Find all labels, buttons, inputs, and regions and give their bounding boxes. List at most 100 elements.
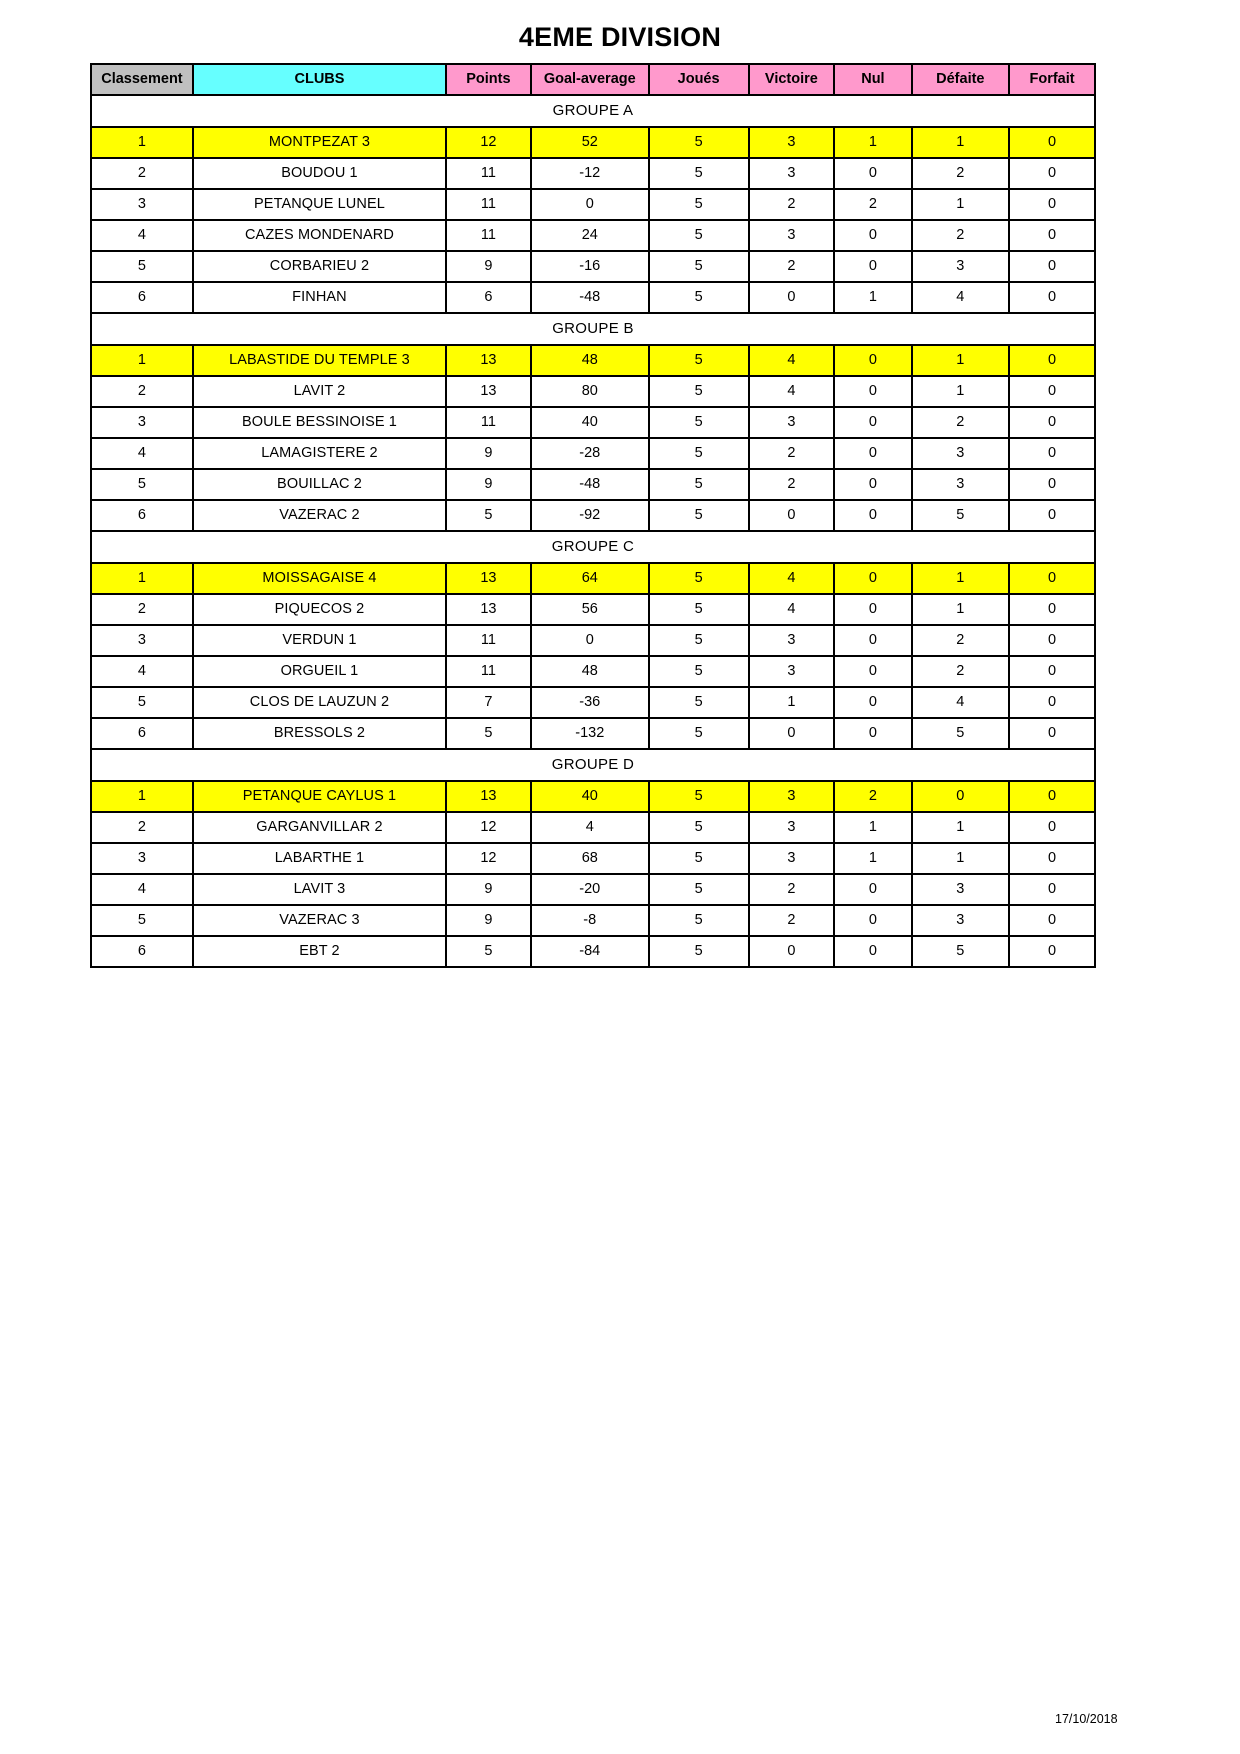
cell-club: ORGUEIL 1 xyxy=(191,655,448,688)
cell-club: BRESSOLS 2 xyxy=(191,717,448,750)
cell-played: 5 xyxy=(647,655,750,688)
cell-club: VERDUN 1 xyxy=(191,624,448,657)
cell-points: 13 xyxy=(445,562,532,595)
cell-wins: 0 xyxy=(747,717,836,750)
cell-rank: 3 xyxy=(90,188,194,221)
cell-points: 13 xyxy=(445,344,532,377)
cell-club: VAZERAC 3 xyxy=(191,904,448,937)
cell-goal-average: 40 xyxy=(529,406,650,439)
cell-forfeits: 0 xyxy=(1008,624,1096,657)
cell-losses: 1 xyxy=(910,344,1011,377)
group-header-row: GROUPE D xyxy=(90,748,1096,782)
cell-losses: 5 xyxy=(910,717,1011,750)
cell-losses: 2 xyxy=(910,157,1011,190)
column-header-clubs: CLUBS xyxy=(191,63,448,96)
table-row: 6 BRESSOLS 2 5 -132 5 0 0 5 0 xyxy=(90,717,1096,750)
cell-wins: 4 xyxy=(747,593,836,626)
cell-played: 5 xyxy=(647,157,750,190)
cell-forfeits: 0 xyxy=(1008,780,1096,813)
table-header-row: Classement CLUBS Points Goal-average Jou… xyxy=(90,63,1096,96)
cell-losses: 1 xyxy=(910,842,1011,875)
table-row: 3 BOULE BESSINOISE 1 11 40 5 3 0 2 0 xyxy=(90,406,1096,439)
cell-club: GARGANVILLAR 2 xyxy=(191,811,448,844)
table-row: 6 VAZERAC 2 5 -92 5 0 0 5 0 xyxy=(90,499,1096,532)
group-header-row: GROUPE B xyxy=(90,312,1096,346)
cell-points: 11 xyxy=(445,157,532,190)
cell-played: 5 xyxy=(647,468,750,501)
cell-goal-average: -48 xyxy=(529,281,650,314)
cell-points: 9 xyxy=(445,904,532,937)
cell-draws: 0 xyxy=(833,593,913,626)
cell-losses: 3 xyxy=(910,468,1011,501)
cell-draws: 0 xyxy=(833,437,913,470)
cell-points: 5 xyxy=(445,499,532,532)
cell-draws: 0 xyxy=(833,686,913,719)
document-page: 4EME DIVISION Classement CLUBS Points Go… xyxy=(0,0,1240,1754)
cell-goal-average: -16 xyxy=(529,250,650,283)
table-row: 2 LAVIT 2 13 80 5 4 0 1 0 xyxy=(90,375,1096,408)
cell-losses: 1 xyxy=(910,811,1011,844)
cell-losses: 5 xyxy=(910,935,1011,968)
table-row: 2 PIQUECOS 2 13 56 5 4 0 1 0 xyxy=(90,593,1096,626)
cell-played: 5 xyxy=(647,811,750,844)
table-row: 2 BOUDOU 1 11 -12 5 3 0 2 0 xyxy=(90,157,1096,190)
cell-wins: 4 xyxy=(747,344,836,377)
page-title: 4EME DIVISION xyxy=(518,22,722,52)
cell-losses: 2 xyxy=(910,655,1011,688)
cell-rank: 3 xyxy=(90,624,194,657)
cell-losses: 1 xyxy=(910,593,1011,626)
table-row: 4 LAVIT 3 9 -20 5 2 0 3 0 xyxy=(90,873,1096,906)
cell-forfeits: 0 xyxy=(1008,219,1096,252)
cell-wins: 2 xyxy=(747,904,836,937)
cell-losses: 4 xyxy=(910,686,1011,719)
cell-goal-average: -92 xyxy=(529,499,650,532)
cell-points: 6 xyxy=(445,281,532,314)
cell-draws: 0 xyxy=(833,157,913,190)
cell-draws: 0 xyxy=(833,344,913,377)
cell-wins: 2 xyxy=(747,250,836,283)
cell-forfeits: 0 xyxy=(1008,250,1096,283)
cell-goal-average: -12 xyxy=(529,157,650,190)
table-row: 5 CLOS DE LAUZUN 2 7 -36 5 1 0 4 0 xyxy=(90,686,1096,719)
cell-draws: 0 xyxy=(833,468,913,501)
cell-goal-average: 68 xyxy=(529,842,650,875)
cell-rank: 2 xyxy=(90,157,194,190)
cell-goal-average: 56 xyxy=(529,593,650,626)
cell-points: 13 xyxy=(445,593,532,626)
cell-goal-average: 40 xyxy=(529,780,650,813)
cell-points: 12 xyxy=(445,126,532,159)
cell-goal-average: 52 xyxy=(529,126,650,159)
cell-wins: 1 xyxy=(747,686,836,719)
cell-losses: 3 xyxy=(910,904,1011,937)
cell-losses: 1 xyxy=(910,126,1011,159)
cell-forfeits: 0 xyxy=(1008,468,1096,501)
column-header-goal-average: Goal-average xyxy=(529,63,650,96)
cell-points: 11 xyxy=(445,219,532,252)
cell-rank: 1 xyxy=(90,126,194,159)
cell-forfeits: 0 xyxy=(1008,375,1096,408)
cell-draws: 0 xyxy=(833,624,913,657)
cell-played: 5 xyxy=(647,842,750,875)
cell-forfeits: 0 xyxy=(1008,811,1096,844)
cell-points: 5 xyxy=(445,717,532,750)
cell-wins: 2 xyxy=(747,873,836,906)
cell-rank: 4 xyxy=(90,655,194,688)
document-date: 17/10/2018 xyxy=(1055,1712,1118,1726)
standings-table: Classement CLUBS Points Goal-average Jou… xyxy=(90,63,1096,968)
cell-forfeits: 0 xyxy=(1008,717,1096,750)
cell-club: FINHAN xyxy=(191,281,448,314)
cell-club: LAMAGISTERE 2 xyxy=(191,437,448,470)
cell-draws: 1 xyxy=(833,842,913,875)
cell-goal-average: 80 xyxy=(529,375,650,408)
cell-rank: 6 xyxy=(90,935,194,968)
cell-played: 5 xyxy=(647,562,750,595)
table-row: 1 MONTPEZAT 3 12 52 5 3 1 1 0 xyxy=(90,126,1096,159)
cell-played: 5 xyxy=(647,780,750,813)
cell-rank: 5 xyxy=(90,904,194,937)
table-row: 3 VERDUN 1 11 0 5 3 0 2 0 xyxy=(90,624,1096,657)
cell-points: 9 xyxy=(445,437,532,470)
cell-played: 5 xyxy=(647,406,750,439)
table-row: 4 CAZES MONDENARD 11 24 5 3 0 2 0 xyxy=(90,219,1096,252)
cell-losses: 4 xyxy=(910,281,1011,314)
cell-forfeits: 0 xyxy=(1008,935,1096,968)
